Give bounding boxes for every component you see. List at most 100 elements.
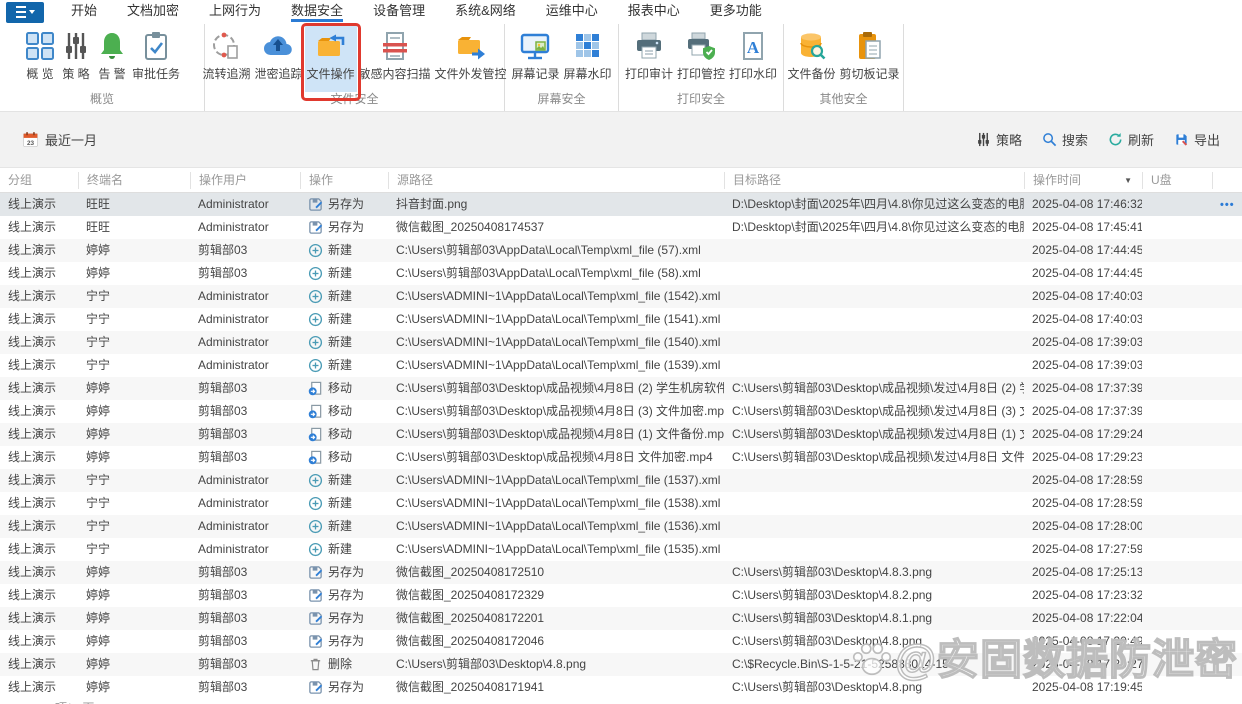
row-operation: 另存为 (300, 607, 388, 630)
table-row[interactable]: 线上演示 旺旺 Administrator 另存为 抖音封面.png D:\Desktop… (0, 193, 1242, 216)
table-row[interactable]: 线上演示 宁宁 Administrator 新建 C:\Users\ADMINI~1\A… (0, 515, 1242, 538)
row-target-path (724, 538, 1024, 561)
sensitive-content-scan-button[interactable]: 敏感内容扫描 (357, 26, 433, 92)
row-operator-user: Administrator (198, 220, 269, 234)
table-row[interactable]: 线上演示 婷婷 剪辑部03 删除 C:\Users\剪辑部03\Desktop\4.8.… (0, 653, 1242, 676)
file-operations-button[interactable]: 文件操作 (300, 23, 361, 101)
row-operation: 另存为 (300, 584, 388, 607)
leak-trace-button[interactable]: 泄密追踪 (252, 26, 304, 92)
table-row[interactable]: 线上演示 婷婷 剪辑部03 移动 C:\Users\剪辑部03\Desktop\成品视频… (0, 423, 1242, 446)
table-row[interactable]: 线上演示 宁宁 Administrator 新建 C:\Users\ADMINI~1\A… (0, 331, 1242, 354)
row-usb (1142, 446, 1212, 469)
table-row[interactable]: 线上演示 宁宁 Administrator 新建 C:\Users\ADMINI~1\A… (0, 285, 1242, 308)
table-row[interactable]: 线上演示 婷婷 剪辑部03 移动 C:\Users\剪辑部03\Desktop\成品视频… (0, 446, 1242, 469)
screen-record-button[interactable]: 屏幕记录 (509, 26, 561, 92)
move-file-icon (308, 427, 323, 442)
row-source-path: 微信截图_20250408172510 (396, 565, 545, 579)
row-operation-time: 2025-04-08 17:39:03 (1032, 335, 1142, 349)
clipboard-check-icon (140, 30, 172, 62)
table-row[interactable]: 线上演示 宁宁 Administrator 新建 C:\Users\ADMINI~1\A… (0, 308, 1242, 331)
row-target-path: C:\Users\剪辑部03\Desktop\4.8.1.png (732, 611, 933, 625)
approval-tasks-button[interactable]: 审批任务 (130, 26, 182, 92)
print-control-button[interactable]: 打印管控 (675, 26, 727, 92)
clipboard-record-button[interactable]: 剪切板记录 (838, 26, 902, 92)
row-operation-time: 2025-04-08 17:27:59 (1032, 542, 1142, 556)
sort-descending-icon[interactable]: ▼ (1124, 172, 1132, 189)
screen-watermark-button[interactable]: 屏幕水印 (562, 26, 614, 92)
menu-tab[interactable]: 报表中心 (613, 0, 695, 24)
table-row[interactable]: 线上演示 婷婷 剪辑部03 另存为 微信截图_20250408172329 C:\User… (0, 584, 1242, 607)
menu-tab[interactable]: 系统&网络 (440, 0, 531, 24)
column-header-user[interactable]: 操作用户 (190, 171, 300, 189)
column-header-group[interactable]: 分组 (0, 172, 78, 189)
row-usb (1142, 653, 1212, 676)
row-terminal-name: 宁宁 (86, 473, 111, 487)
row-source-path: C:\Users\ADMINI~1\AppData\Local\Temp\xml… (396, 496, 721, 510)
table-row[interactable]: 线上演示 婷婷 剪辑部03 另存为 微信截图_20250408171941 C:\User… (0, 676, 1242, 699)
row-usb (1142, 377, 1212, 400)
row-usb (1142, 239, 1212, 262)
database-magnifier-icon (795, 30, 827, 62)
print-audit-button[interactable]: 打印审计 (623, 26, 675, 92)
menu-tab[interactable]: 运维中心 (531, 0, 613, 24)
row-operator-user: 剪辑部03 (198, 588, 248, 602)
menu-tab[interactable]: 文档加密 (112, 0, 194, 24)
refresh-button[interactable]: 刷新 (1108, 130, 1154, 149)
row-actions (1212, 239, 1242, 262)
table-row[interactable]: 线上演示 宁宁 Administrator 新建 C:\Users\ADMINI~1\A… (0, 492, 1242, 515)
row-actions[interactable]: ••• (1212, 193, 1242, 216)
row-source-path: C:\Users\ADMINI~1\AppData\Local\Temp\xml… (396, 312, 721, 326)
menu-tab[interactable]: 上网行为 (194, 0, 276, 24)
row-terminal-name: 婷婷 (86, 680, 111, 694)
row-operator-user: 剪辑部03 (198, 266, 248, 280)
trash-icon (308, 657, 323, 672)
table-row[interactable]: 线上演示 婷婷 剪辑部03 移动 C:\Users\剪辑部03\Desktop\成品视频… (0, 377, 1242, 400)
row-operation-time: 2025-04-08 17:44:45 (1032, 266, 1142, 280)
row-actions (1212, 584, 1242, 607)
row-terminal-name: 婷婷 (86, 381, 111, 395)
date-range-filter[interactable]: 23 最近一月 (22, 130, 97, 149)
menu-tab[interactable]: 开始 (56, 0, 112, 24)
table-row[interactable]: 线上演示 婷婷 剪辑部03 另存为 微信截图_20250408172046 C:\User… (0, 630, 1242, 653)
table-row[interactable]: 线上演示 婷婷 剪辑部03 新建 C:\Users\剪辑部03\AppData\Loca… (0, 239, 1242, 262)
row-operation-time: 2025-04-08 17:28:59 (1032, 473, 1142, 487)
table-row[interactable]: 线上演示 宁宁 Administrator 新建 C:\Users\ADMINI~1\A… (0, 354, 1242, 377)
print-watermark-button[interactable]: A 打印水印 (727, 26, 779, 92)
table-row[interactable]: 线上演示 婷婷 剪辑部03 另存为 微信截图_20250408172201 C:\User… (0, 607, 1242, 630)
export-button[interactable]: 导出 (1174, 130, 1220, 149)
menu-tab[interactable]: 设备管理 (358, 0, 440, 24)
save-as-icon (308, 220, 323, 235)
table-row[interactable]: 线上演示 宁宁 Administrator 新建 C:\Users\ADMINI~1\A… (0, 469, 1242, 492)
row-target-path: C:\$Recycle.Bin\S-1-5-21-525888014-15... (732, 657, 959, 671)
policy-button[interactable]: 策 略 (58, 26, 94, 92)
menu-bar: 开始 文档加密 上网行为 数据安全 设备管理 系统&网络 运维中心 报表中心 更多功能 (0, 0, 1242, 24)
column-header-usb[interactable]: U盘 (1142, 171, 1212, 189)
table-row[interactable]: 线上演示 婷婷 剪辑部03 新建 C:\Users\剪辑部03\AppData\Loca… (0, 262, 1242, 285)
app-menu-button[interactable] (6, 1, 44, 23)
table-row[interactable]: 线上演示 婷婷 剪辑部03 另存为 微信截图_20250408172510 C:\User… (0, 561, 1242, 584)
table-row[interactable]: 线上演示 旺旺 Administrator 另存为 微信截图_2025040817453… (0, 216, 1242, 239)
row-menu-dots[interactable]: ••• (1220, 199, 1235, 211)
column-header-time[interactable]: 操作时间 ▼ (1024, 171, 1142, 189)
column-header-terminal[interactable]: 终端名 (78, 171, 190, 189)
row-terminal-name: 婷婷 (86, 427, 111, 441)
alert-button[interactable]: 告 警 (94, 26, 130, 92)
menu-tab[interactable]: 数据安全 (276, 0, 358, 24)
column-header-source-path[interactable]: 源路径 (388, 171, 724, 189)
file-backup-button[interactable]: 文件备份 (785, 26, 837, 92)
overview-button[interactable]: 概 览 (22, 26, 58, 92)
new-file-icon (308, 266, 323, 281)
search-button[interactable]: 搜索 (1042, 130, 1088, 149)
row-source-path: C:\Users\ADMINI~1\AppData\Local\Temp\xml… (396, 289, 721, 303)
column-header-operation[interactable]: 操作 (300, 171, 388, 189)
table-row[interactable]: 线上演示 婷婷 剪辑部03 移动 C:\Users\剪辑部03\Desktop\成品视频… (0, 400, 1242, 423)
date-filter-label: 最近一月 (45, 133, 98, 148)
new-file-icon (308, 496, 323, 511)
menu-tab[interactable]: 更多功能 (695, 0, 777, 24)
flow-trace-button[interactable]: 流转追溯 (200, 26, 252, 92)
file-outgoing-control-button[interactable]: 文件外发管控 (433, 26, 509, 92)
table-row[interactable]: 线上演示 宁宁 Administrator 新建 C:\Users\ADMINI~1\A… (0, 538, 1242, 561)
column-header-target-path[interactable]: 目标路径 (724, 171, 1024, 189)
row-actions (1212, 308, 1242, 331)
policy-toolbar-button[interactable]: 策略 (976, 130, 1022, 149)
